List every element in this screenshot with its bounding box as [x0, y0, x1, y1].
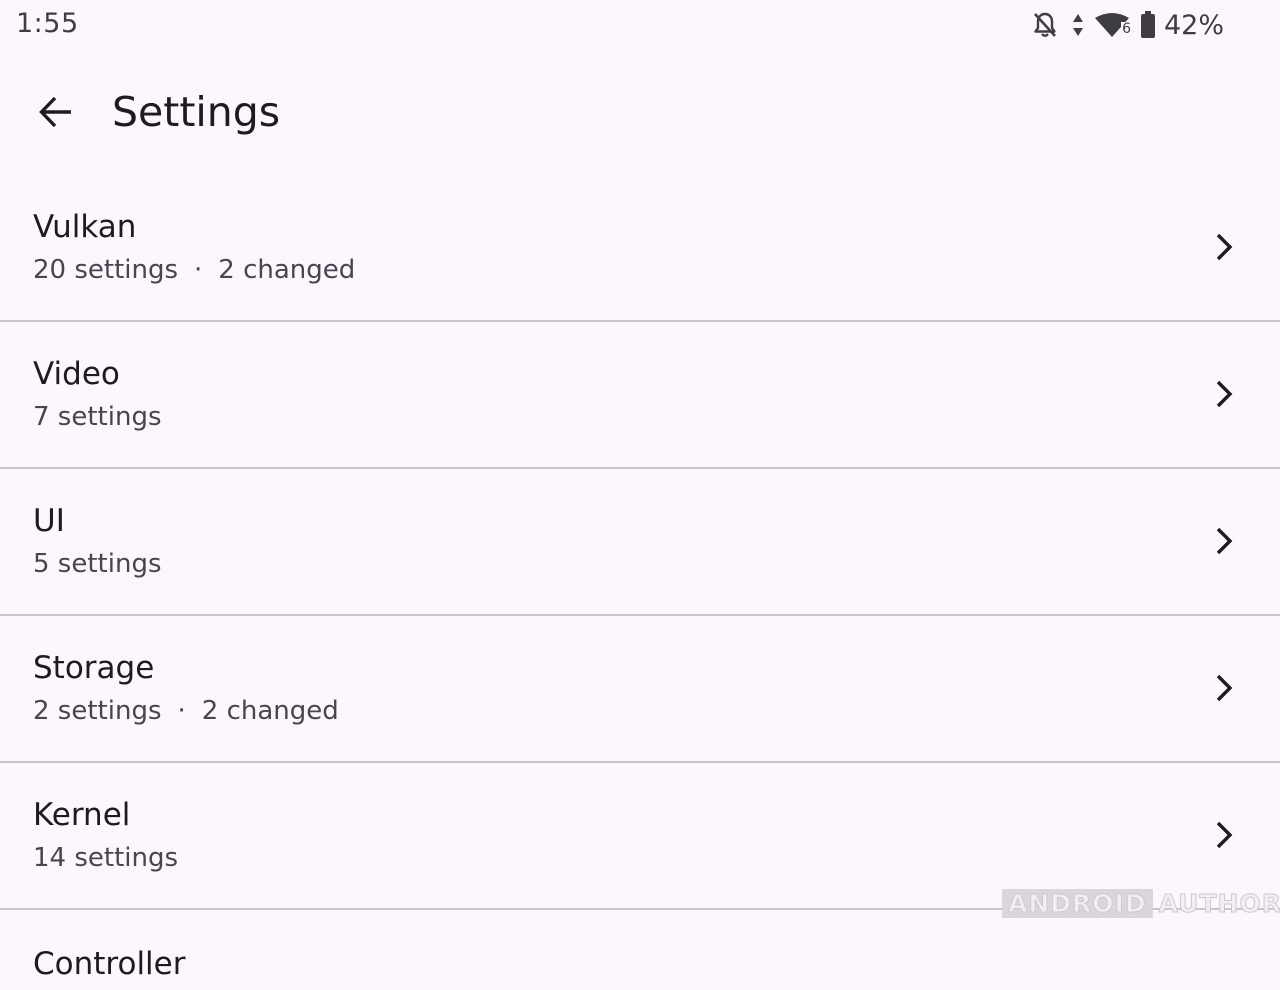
chevron-right-icon: [1210, 377, 1238, 411]
settings-item-title: Storage: [33, 650, 155, 686]
chevron-right-icon: [1210, 671, 1238, 705]
settings-item-title: Controller: [33, 946, 186, 982]
settings-count: 2 settings: [33, 696, 162, 726]
settings-item-title: Kernel: [33, 797, 131, 833]
changed-count: 2 changed: [201, 696, 339, 726]
settings-item-kernel[interactable]: Kernel 14 settings: [0, 763, 1280, 910]
chevron-right-icon: [1210, 230, 1238, 264]
settings-item-summary: 5 settings: [33, 547, 162, 581]
bell-off-icon: [1032, 11, 1058, 39]
settings-count: 7 settings: [33, 402, 162, 432]
data-arrows-icon: [1072, 13, 1084, 37]
settings-item-controller[interactable]: Controller: [0, 910, 1280, 990]
settings-count: 14 settings: [33, 843, 179, 873]
settings-list: Vulkan 20 settings · 2 changed Video 7 set…: [0, 175, 1280, 990]
wifi-badge: 6: [1121, 21, 1132, 37]
status-time: 1:55: [16, 8, 79, 39]
settings-item-summary: 14 settings: [33, 841, 178, 875]
settings-item-summary: 7 settings: [33, 400, 162, 434]
settings-item-title: Vulkan: [33, 209, 137, 245]
settings-item-vulkan[interactable]: Vulkan 20 settings · 2 changed: [0, 175, 1280, 322]
summary-separator: ·: [177, 696, 186, 726]
chevron-right-icon: [1210, 524, 1238, 558]
top-app-bar: Settings: [0, 60, 1280, 164]
settings-count: 20 settings: [33, 255, 179, 285]
arrow-back-icon: [39, 96, 71, 128]
status-bar: 1:55 6 42%: [0, 0, 1280, 52]
settings-item-title: Video: [33, 356, 120, 392]
settings-item-summary: 20 settings · 2 changed: [33, 253, 355, 287]
battery-icon: [1140, 11, 1156, 39]
settings-item-ui[interactable]: UI 5 settings: [0, 469, 1280, 616]
back-button[interactable]: [20, 76, 92, 148]
settings-count: 5 settings: [33, 549, 162, 579]
settings-item-video[interactable]: Video 7 settings: [0, 322, 1280, 469]
page-title: Settings: [112, 88, 281, 136]
summary-separator: ·: [194, 255, 203, 285]
wifi-icon: 6: [1094, 12, 1132, 38]
settings-item-storage[interactable]: Storage 2 settings · 2 changed: [0, 616, 1280, 763]
settings-item-title: UI: [33, 503, 65, 539]
chevron-right-icon: [1210, 818, 1238, 852]
battery-level: 42%: [1163, 9, 1224, 41]
settings-item-summary: 2 settings · 2 changed: [33, 694, 339, 728]
changed-count: 2 changed: [218, 255, 356, 285]
status-icons: 6 42%: [1032, 8, 1224, 42]
